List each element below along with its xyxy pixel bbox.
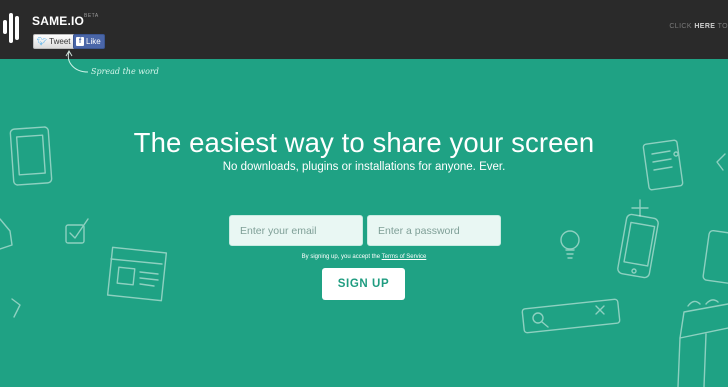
like-label: Like	[86, 37, 101, 46]
click-suffix: TO	[715, 23, 728, 30]
facebook-icon: f	[76, 37, 84, 46]
terms-of-service-link[interactable]: Terms of Service	[382, 254, 427, 260]
facebook-like-button[interactable]: f Like	[73, 34, 105, 49]
tweet-label: Tweet	[49, 37, 71, 46]
phone-doodle-icon	[617, 213, 659, 279]
click-here-text: HERE	[694, 23, 716, 30]
lightbulb-doodle-icon	[560, 230, 580, 259]
brand-name[interactable]: SAME.IO	[32, 14, 84, 28]
same-io-logo-icon[interactable]	[3, 13, 21, 43]
terms-prefix: By signing up, you accept the	[301, 254, 382, 260]
hero-headline: The easiest way to share your screen	[133, 127, 595, 158]
small-doodle-icon	[11, 298, 21, 318]
tweet-button[interactable]: 🐦︎ Tweet	[33, 34, 75, 49]
curved-arrow-icon	[65, 50, 89, 73]
spread-the-word-note: Spread the word	[91, 67, 159, 76]
card-doodle-icon	[0, 218, 13, 250]
checkbox-doodle-icon	[65, 218, 89, 244]
search-bar-doodle-icon	[521, 298, 621, 334]
email-input[interactable]	[229, 215, 363, 246]
top-bar: SAME.IO BETA 🐦︎ Tweet f Like CLICK HERE …	[0, 0, 728, 59]
beta-badge: BETA	[84, 13, 99, 19]
password-input[interactable]	[367, 215, 501, 246]
click-here-link[interactable]: CLICK HERE TO	[669, 23, 728, 30]
twitter-bird-icon: 🐦︎	[37, 37, 48, 46]
terms-notice: By signing up, you accept the Terms of S…	[0, 254, 728, 260]
click-prefix: CLICK	[669, 23, 695, 30]
lego-block-doodle-icon	[677, 299, 728, 387]
sign-up-button[interactable]: SIGN UP	[322, 268, 405, 300]
hero-subheadline: No downloads, plugins or installations f…	[222, 161, 506, 173]
